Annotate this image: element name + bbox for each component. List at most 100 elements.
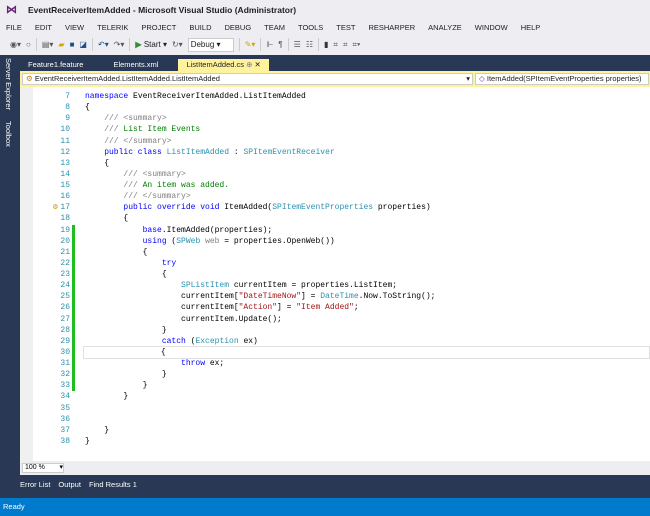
- change-marker: [72, 202, 75, 213]
- undo-icon[interactable]: ↶▾: [98, 40, 109, 49]
- menu-analyze[interactable]: ANALYZE: [428, 23, 462, 32]
- menu-project[interactable]: PROJECT: [141, 23, 176, 32]
- line-number: 18: [60, 214, 70, 224]
- change-marker: [72, 224, 75, 236]
- code-text: public class ListItemAdded : SPItemEvent…: [104, 147, 335, 157]
- code-text: {: [85, 158, 110, 168]
- window-title: EventReceiverItemAdded - Microsoft Visua…: [28, 5, 297, 15]
- code-text: /// An item was added.: [123, 181, 230, 190]
- menu-build[interactable]: BUILD: [189, 23, 211, 32]
- back-icon[interactable]: ◉▾: [10, 40, 21, 49]
- menu-window[interactable]: WINDOW: [475, 23, 508, 32]
- type-dropdown[interactable]: ⚙ EventReceiverItemAdded.ListItemAdded.L…: [22, 73, 473, 85]
- change-marker: [72, 235, 75, 247]
- server-explorer-tab[interactable]: Server Explorer: [4, 58, 13, 110]
- start-button[interactable]: ▶ Start ▾: [135, 40, 167, 49]
- code-text: /// </summary>: [104, 136, 172, 146]
- find-icon[interactable]: ✎▾: [245, 40, 256, 49]
- change-marker: [72, 391, 75, 402]
- change-marker: [72, 169, 75, 180]
- new-project-icon[interactable]: ▤▾: [42, 40, 54, 49]
- code-text: }: [85, 370, 167, 380]
- change-marker: [72, 91, 75, 102]
- bookmark-next-icon[interactable]: ⌗: [343, 40, 348, 50]
- forward-icon[interactable]: ○: [26, 40, 31, 49]
- uncomment-icon[interactable]: ☷: [306, 40, 313, 49]
- visual-studio-logo-icon: ⋈: [6, 4, 17, 16]
- menu-debug[interactable]: DEBUG: [224, 23, 251, 32]
- code-text: base.ItemAdded(properties);: [142, 225, 273, 235]
- line-number: 7: [65, 92, 70, 101]
- save-icon[interactable]: ■: [70, 40, 75, 49]
- tab-feature1[interactable]: Feature1.feature: [20, 59, 91, 71]
- open-icon[interactable]: ▰: [58, 40, 64, 49]
- line-number: 27: [60, 314, 70, 324]
- menu-telerik[interactable]: TELERIK: [97, 23, 128, 32]
- line-number: 23: [60, 270, 70, 279]
- line-number: 32: [60, 370, 70, 380]
- change-marker: [72, 324, 75, 336]
- menu-view[interactable]: VIEW: [65, 23, 84, 32]
- toolbox-tab[interactable]: Toolbox: [4, 121, 13, 147]
- member-dropdown[interactable]: ◇ ItemAdded(SPItemEventProperties proper…: [475, 73, 649, 85]
- line-number: 14: [60, 169, 70, 179]
- tab-elements-xml[interactable]: Elements.xml: [105, 59, 166, 71]
- bookmark-icon[interactable]: ▮: [324, 40, 328, 49]
- title-bar: ⋈ EventReceiverItemAdded - Microsoft Vis…: [0, 0, 650, 20]
- code-text: {: [85, 103, 90, 113]
- change-marker: [72, 403, 75, 414]
- refresh-icon[interactable]: ↻▾: [172, 40, 183, 49]
- code-text: namespace EventReceiverItemAdded.ListIte…: [85, 92, 306, 101]
- change-marker: [72, 136, 75, 147]
- menu-file[interactable]: FILE: [6, 23, 22, 32]
- tab-listitemadded-cs[interactable]: ListItemAdded.cs ⊕ ✕: [178, 59, 269, 71]
- bookmark-prev-icon[interactable]: ⌗: [333, 40, 338, 50]
- line-number: 25: [60, 292, 70, 302]
- line-number: 11: [60, 136, 70, 146]
- change-marker: [72, 425, 75, 436]
- change-marker: [72, 269, 75, 281]
- line-number: 13: [60, 158, 70, 168]
- comment-icon[interactable]: ☰: [294, 40, 301, 49]
- code-editor[interactable]: 7 namespace EventReceiverItemAdded.ListIt…: [20, 87, 650, 461]
- format-icon[interactable]: ¶: [278, 40, 282, 49]
- line-number: 30: [60, 347, 70, 357]
- code-text: {: [85, 270, 167, 279]
- change-marker: [72, 113, 75, 124]
- change-marker: [72, 158, 75, 169]
- menu-help[interactable]: HELP: [521, 23, 541, 32]
- configuration-select[interactable]: Debug ▾: [187, 37, 234, 52]
- menu-team[interactable]: TEAM: [264, 23, 285, 32]
- pin-icon[interactable]: ⊕: [246, 60, 252, 69]
- line-number: 24: [60, 281, 70, 291]
- menu-edit[interactable]: EDIT: [35, 23, 52, 32]
- code-text: }: [85, 436, 90, 446]
- tab-error-list[interactable]: Error List: [20, 480, 50, 489]
- change-marker: [72, 436, 75, 447]
- line-number: 31: [60, 359, 70, 368]
- save-all-icon[interactable]: ◪: [79, 40, 87, 49]
- code-text: }: [85, 425, 110, 435]
- line-number: 37: [60, 425, 70, 435]
- bookmark-clear-icon[interactable]: ⌗▾: [352, 40, 360, 50]
- redo-icon[interactable]: ↷▾: [114, 40, 125, 49]
- change-marker: [72, 302, 75, 314]
- menu-resharper[interactable]: RESHARPER: [368, 23, 415, 32]
- line-number: 29: [60, 336, 70, 346]
- code-text: /// <summary>: [104, 114, 167, 124]
- align-icon[interactable]: ⊩: [266, 40, 273, 49]
- code-text: /// </summary>: [123, 192, 191, 202]
- line-number: 19: [60, 225, 70, 235]
- code-text: currentItem["DateTimeNow"] = DateTime.No…: [85, 292, 436, 302]
- code-text: }: [85, 325, 167, 335]
- line-number: 35: [60, 403, 70, 413]
- tab-output[interactable]: Output: [58, 480, 81, 489]
- zoom-select[interactable]: 100 % ▾: [22, 463, 64, 473]
- line-number: 28: [60, 325, 70, 335]
- navigation-bar: ⚙ EventReceiverItemAdded.ListItemAdded.L…: [20, 71, 650, 87]
- menu-tools[interactable]: TOOLS: [298, 23, 323, 32]
- menu-test[interactable]: TEST: [336, 23, 355, 32]
- tab-find-results[interactable]: Find Results 1: [89, 480, 137, 489]
- close-tab-icon[interactable]: ✕: [254, 60, 260, 69]
- code-text: /// <summary>: [123, 169, 186, 179]
